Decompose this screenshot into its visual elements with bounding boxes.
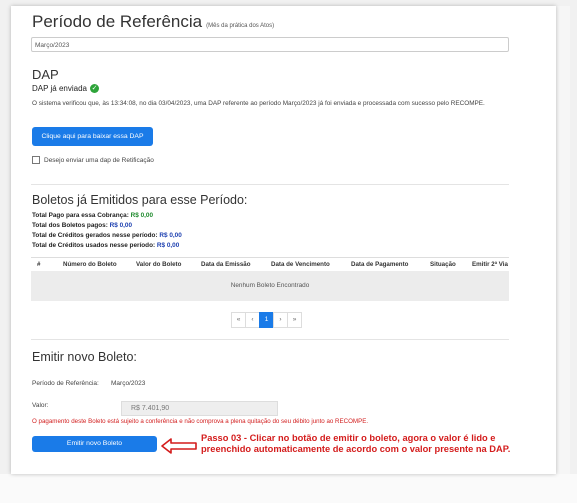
divider — [31, 184, 509, 185]
next-page-button[interactable]: › — [273, 312, 288, 328]
column-header: Número do Boleto — [63, 261, 117, 268]
column-header: # — [37, 261, 41, 268]
emit-boleto-button[interactable]: Emitir novo Boleto — [32, 436, 157, 452]
page-subtitle: (Mês da prática dos Atos) — [206, 23, 275, 29]
first-page-button[interactable]: « — [231, 312, 246, 328]
summary-value: R$ 0,00 — [156, 242, 180, 249]
download-dap-button[interactable]: Clique aqui para baixar essa DAP — [32, 127, 153, 146]
page-title: Período de Referência (Mês da prática dos… — [32, 12, 274, 32]
dap-section-title: DAP — [32, 67, 59, 82]
check-circle-icon: ✓ — [90, 84, 99, 93]
last-page-button[interactable]: » — [287, 312, 302, 328]
period-select[interactable]: Março/2023 — [31, 37, 509, 52]
summary-label: Total de Créditos usados nesse período: — [32, 242, 156, 249]
column-header: Emitir 2ª Via — [472, 261, 508, 268]
column-header: Data de Vencimento — [271, 261, 330, 268]
rectification-label: Desejo enviar uma dap de Retificação — [44, 156, 154, 164]
summary-creditos-usados: Total de Créditos usados nesse período: … — [32, 242, 179, 249]
scrollbar[interactable] — [556, 6, 570, 474]
summary-total-pago: Total Pago para essa Cobrança: R$ 0,00 — [32, 212, 153, 219]
column-header: Data de Pagamento — [351, 261, 409, 268]
page-1-button[interactable]: 1 — [259, 312, 274, 328]
payment-warning: O pagamento deste Boleto está sujeito a … — [32, 418, 369, 425]
empty-table-message: Nenhum Boleto Encontrado — [31, 271, 509, 301]
dap-status: DAP já enviada ✓ — [32, 84, 99, 93]
summary-value: R$ 0,00 — [159, 232, 182, 239]
pagination: « ‹ 1 › » — [231, 312, 302, 328]
step-annotation: Passo 03 - Clicar no botão de emitir o b… — [201, 433, 511, 454]
summary-value: R$ 0,00 — [130, 212, 154, 219]
summary-label: Total dos Boletos pagos: — [32, 222, 108, 229]
column-header: Situação — [430, 261, 456, 268]
page-title-text: Período de Referência — [32, 12, 203, 31]
rectification-option[interactable]: Desejo enviar uma dap de Retificação — [32, 156, 154, 164]
column-header: Data da Emissão — [201, 261, 251, 268]
valor-field[interactable]: R$ 7.401,90 — [121, 401, 278, 416]
dap-status-text: DAP já enviada — [32, 84, 87, 93]
divider — [31, 339, 509, 340]
column-header: Valor do Boleto — [136, 261, 182, 268]
summary-label: Total Pago para essa Cobrança: — [32, 212, 129, 219]
arrow-left-icon — [161, 438, 197, 454]
summary-boletos-pagos: Total dos Boletos pagos: R$ 0,00 — [32, 222, 132, 229]
previous-page-button[interactable]: ‹ — [245, 312, 260, 328]
main-panel — [11, 6, 556, 474]
dap-description: O sistema verificou que, às 13:34:08, no… — [32, 100, 485, 107]
rectification-checkbox[interactable] — [32, 156, 40, 164]
summary-label: Total de Créditos gerados nesse período: — [32, 232, 158, 239]
summary-creditos-gerados: Total de Créditos gerados nesse período:… — [32, 232, 182, 239]
bottom-background — [0, 474, 577, 503]
summary-value: R$ 0,00 — [109, 222, 133, 229]
boletos-section-title: Boletos já Emitidos para esse Período: — [32, 193, 248, 207]
emitir-section-title: Emitir novo Boleto: — [32, 350, 137, 364]
valor-label: Valor: — [32, 402, 49, 409]
period-label: Período de Referência: — [32, 380, 99, 387]
period-value: Março/2023 — [111, 380, 146, 387]
